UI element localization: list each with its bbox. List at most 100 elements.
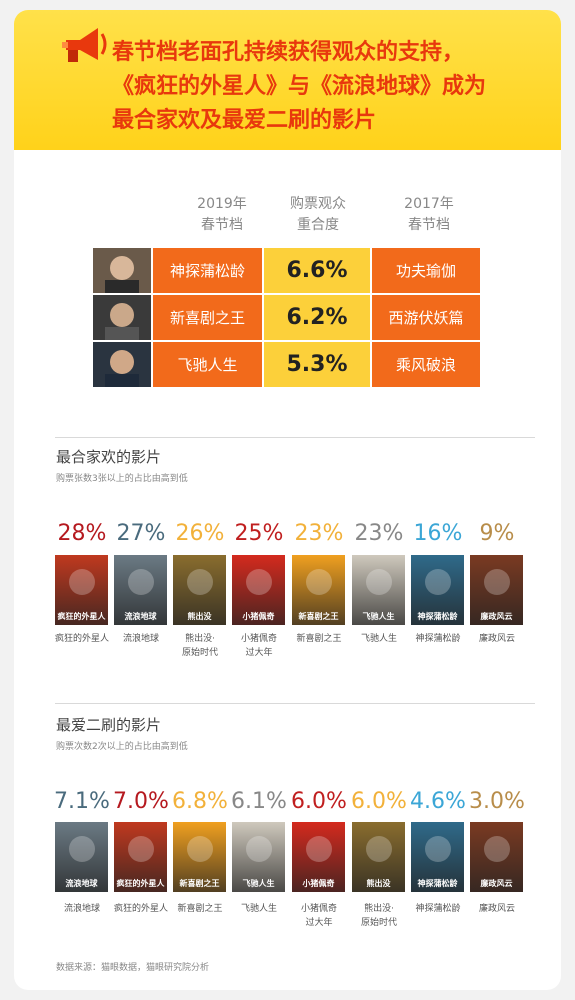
- movie-caption: 流浪地球: [111, 632, 171, 646]
- film-2017-cell: 西游伏妖篇: [372, 295, 480, 340]
- percentage-label: 3.0%: [469, 789, 525, 814]
- movie-caption-line: 神探蒲松龄: [415, 634, 461, 644]
- percentage-label: 26%: [175, 521, 225, 546]
- poster-title: 廉政风云: [480, 879, 513, 888]
- film-2019-cell: 飞驰人生: [153, 342, 262, 387]
- poster-title: 新喜剧之王: [179, 879, 220, 888]
- poster-title: 流浪地球: [124, 612, 157, 621]
- title-line-2: 《疯狂的外星人》与《流浪地球》成为: [112, 74, 487, 99]
- percentage-label: 25%: [234, 521, 284, 546]
- movie-poster: 疯狂的外星人: [55, 555, 108, 625]
- column-header-2017-year: 2017年: [404, 196, 454, 212]
- film-2019-cell: 神探蒲松龄: [153, 248, 262, 293]
- percentage-label: 7.0%: [113, 789, 169, 814]
- movie-caption-line: 新喜剧之王: [296, 634, 342, 644]
- poster-title: 神探蒲松龄: [417, 879, 458, 888]
- movie-caption: 飞驰人生: [349, 632, 409, 646]
- movie-caption-line: 熊出没·: [364, 904, 394, 914]
- movie-poster: 小猪佩奇: [292, 822, 345, 892]
- movie-caption: 飞驰人生: [229, 902, 289, 916]
- repeat-section-title: 最爱二刷的影片: [56, 716, 162, 734]
- poster-art: [128, 569, 154, 595]
- poster-art: [425, 836, 451, 862]
- poster-art: [306, 569, 332, 595]
- poster-art: [425, 569, 451, 595]
- poster-art: [69, 836, 95, 862]
- poster-title: 飞驰人生: [242, 879, 275, 888]
- movie-caption-line: 廉政风云: [478, 634, 515, 644]
- movie-caption: 新喜剧之王: [170, 902, 230, 916]
- movie-caption: 熊出没· 原始时代: [170, 632, 230, 660]
- movie-caption-line: 神探蒲松龄: [415, 904, 461, 914]
- movie-poster: 新喜剧之王: [292, 555, 345, 625]
- movie-caption-line: 过大年: [305, 918, 333, 928]
- title-line-3: 最合家欢及最爱二刷的影片: [112, 108, 377, 133]
- family-section-subtitle: 购票张数3张以上的占比由高到低: [56, 474, 188, 484]
- film-2017-cell: 功夫瑜伽: [372, 248, 480, 293]
- movie-poster: 飞驰人生: [232, 822, 285, 892]
- poster-title: 熊出没: [366, 879, 391, 888]
- movie-poster: 疯狂的外星人: [114, 822, 167, 892]
- portrait-image: [105, 350, 139, 387]
- percentage-label: 28%: [57, 521, 107, 546]
- movie-caption-line: 疯狂的外星人: [113, 904, 168, 914]
- movie-caption: 神探蒲松龄: [408, 902, 468, 916]
- movie-caption: 疯狂的外星人: [111, 902, 171, 916]
- movie-caption-line: 过大年: [245, 648, 273, 658]
- title-line-1: 春节档老面孔持续获得观众的支持，: [112, 40, 465, 65]
- movie-caption-line: 流浪地球: [122, 634, 159, 644]
- poster-art: [128, 836, 154, 862]
- percentage-label: 4.6%: [410, 789, 466, 814]
- poster-art: [366, 569, 392, 595]
- actor-photo: [93, 248, 151, 293]
- actor-photo: [93, 295, 151, 340]
- movie-poster: 熊出没: [352, 822, 405, 892]
- poster-art: [246, 569, 272, 595]
- percentage-label: 23%: [294, 521, 344, 546]
- movie-poster: 新喜剧之王: [173, 822, 226, 892]
- movie-poster: 流浪地球: [114, 555, 167, 625]
- section-divider: [55, 437, 535, 438]
- poster-art: [187, 836, 213, 862]
- percentage-label: 6.1%: [231, 789, 287, 814]
- column-header-2019-year: 2019年: [197, 196, 247, 212]
- poster-art: [484, 569, 510, 595]
- percentage-label: 7.1%: [54, 789, 110, 814]
- percentage-label: 16%: [413, 521, 463, 546]
- poster-title: 飞驰人生: [362, 612, 395, 621]
- column-header-2019-season: 春节档: [201, 217, 243, 233]
- section-divider: [55, 703, 535, 704]
- header-banner: 春节档老面孔持续获得观众的支持， 《疯狂的外星人》与《流浪地球》成为 最合家欢及…: [14, 10, 561, 150]
- film-2019-cell: 新喜剧之王: [153, 295, 262, 340]
- column-header-overlap-line1: 购票观众: [290, 196, 346, 212]
- percentage-label: 9%: [479, 521, 515, 546]
- poster-title: 神探蒲松龄: [417, 612, 458, 621]
- poster-title: 疯狂的外星人: [57, 612, 106, 621]
- actor-photo: [93, 342, 151, 387]
- column-header-overlap: 购票观众 重合度: [263, 194, 373, 236]
- family-section-title: 最合家欢的影片: [56, 448, 162, 466]
- overlap-value-cell: 5.3%: [264, 342, 370, 387]
- movie-caption-line: 原始时代: [181, 648, 218, 658]
- poster-title: 小猪佩奇: [242, 612, 275, 621]
- column-header-2017: 2017年 春节档: [374, 194, 484, 236]
- data-source-footnote: 数据来源：猫眼数据，猫眼研究院分析: [56, 963, 210, 973]
- movie-caption: 熊出没· 原始时代: [349, 902, 409, 930]
- movie-caption: 小猪佩奇 过大年: [289, 902, 349, 930]
- movie-caption: 廉政风云: [467, 902, 527, 916]
- column-header-2019: 2019年 春节档: [167, 194, 277, 236]
- movie-caption-line: 新喜剧之王: [177, 904, 223, 914]
- movie-caption-line: 小猪佩奇: [240, 634, 277, 644]
- portrait-image: [105, 303, 139, 340]
- poster-art: [69, 569, 95, 595]
- column-header-overlap-line2: 重合度: [297, 217, 339, 233]
- percentage-label: 27%: [116, 521, 166, 546]
- movie-caption-line: 熊出没·: [185, 634, 215, 644]
- movie-poster: 廉政风云: [470, 555, 523, 625]
- percentage-label: 6.0%: [291, 789, 347, 814]
- poster-art: [366, 836, 392, 862]
- movie-poster: 神探蒲松龄: [411, 822, 464, 892]
- movie-poster: 流浪地球: [55, 822, 108, 892]
- movie-caption: 疯狂的外星人: [52, 632, 112, 646]
- movie-caption: 廉政风云: [467, 632, 527, 646]
